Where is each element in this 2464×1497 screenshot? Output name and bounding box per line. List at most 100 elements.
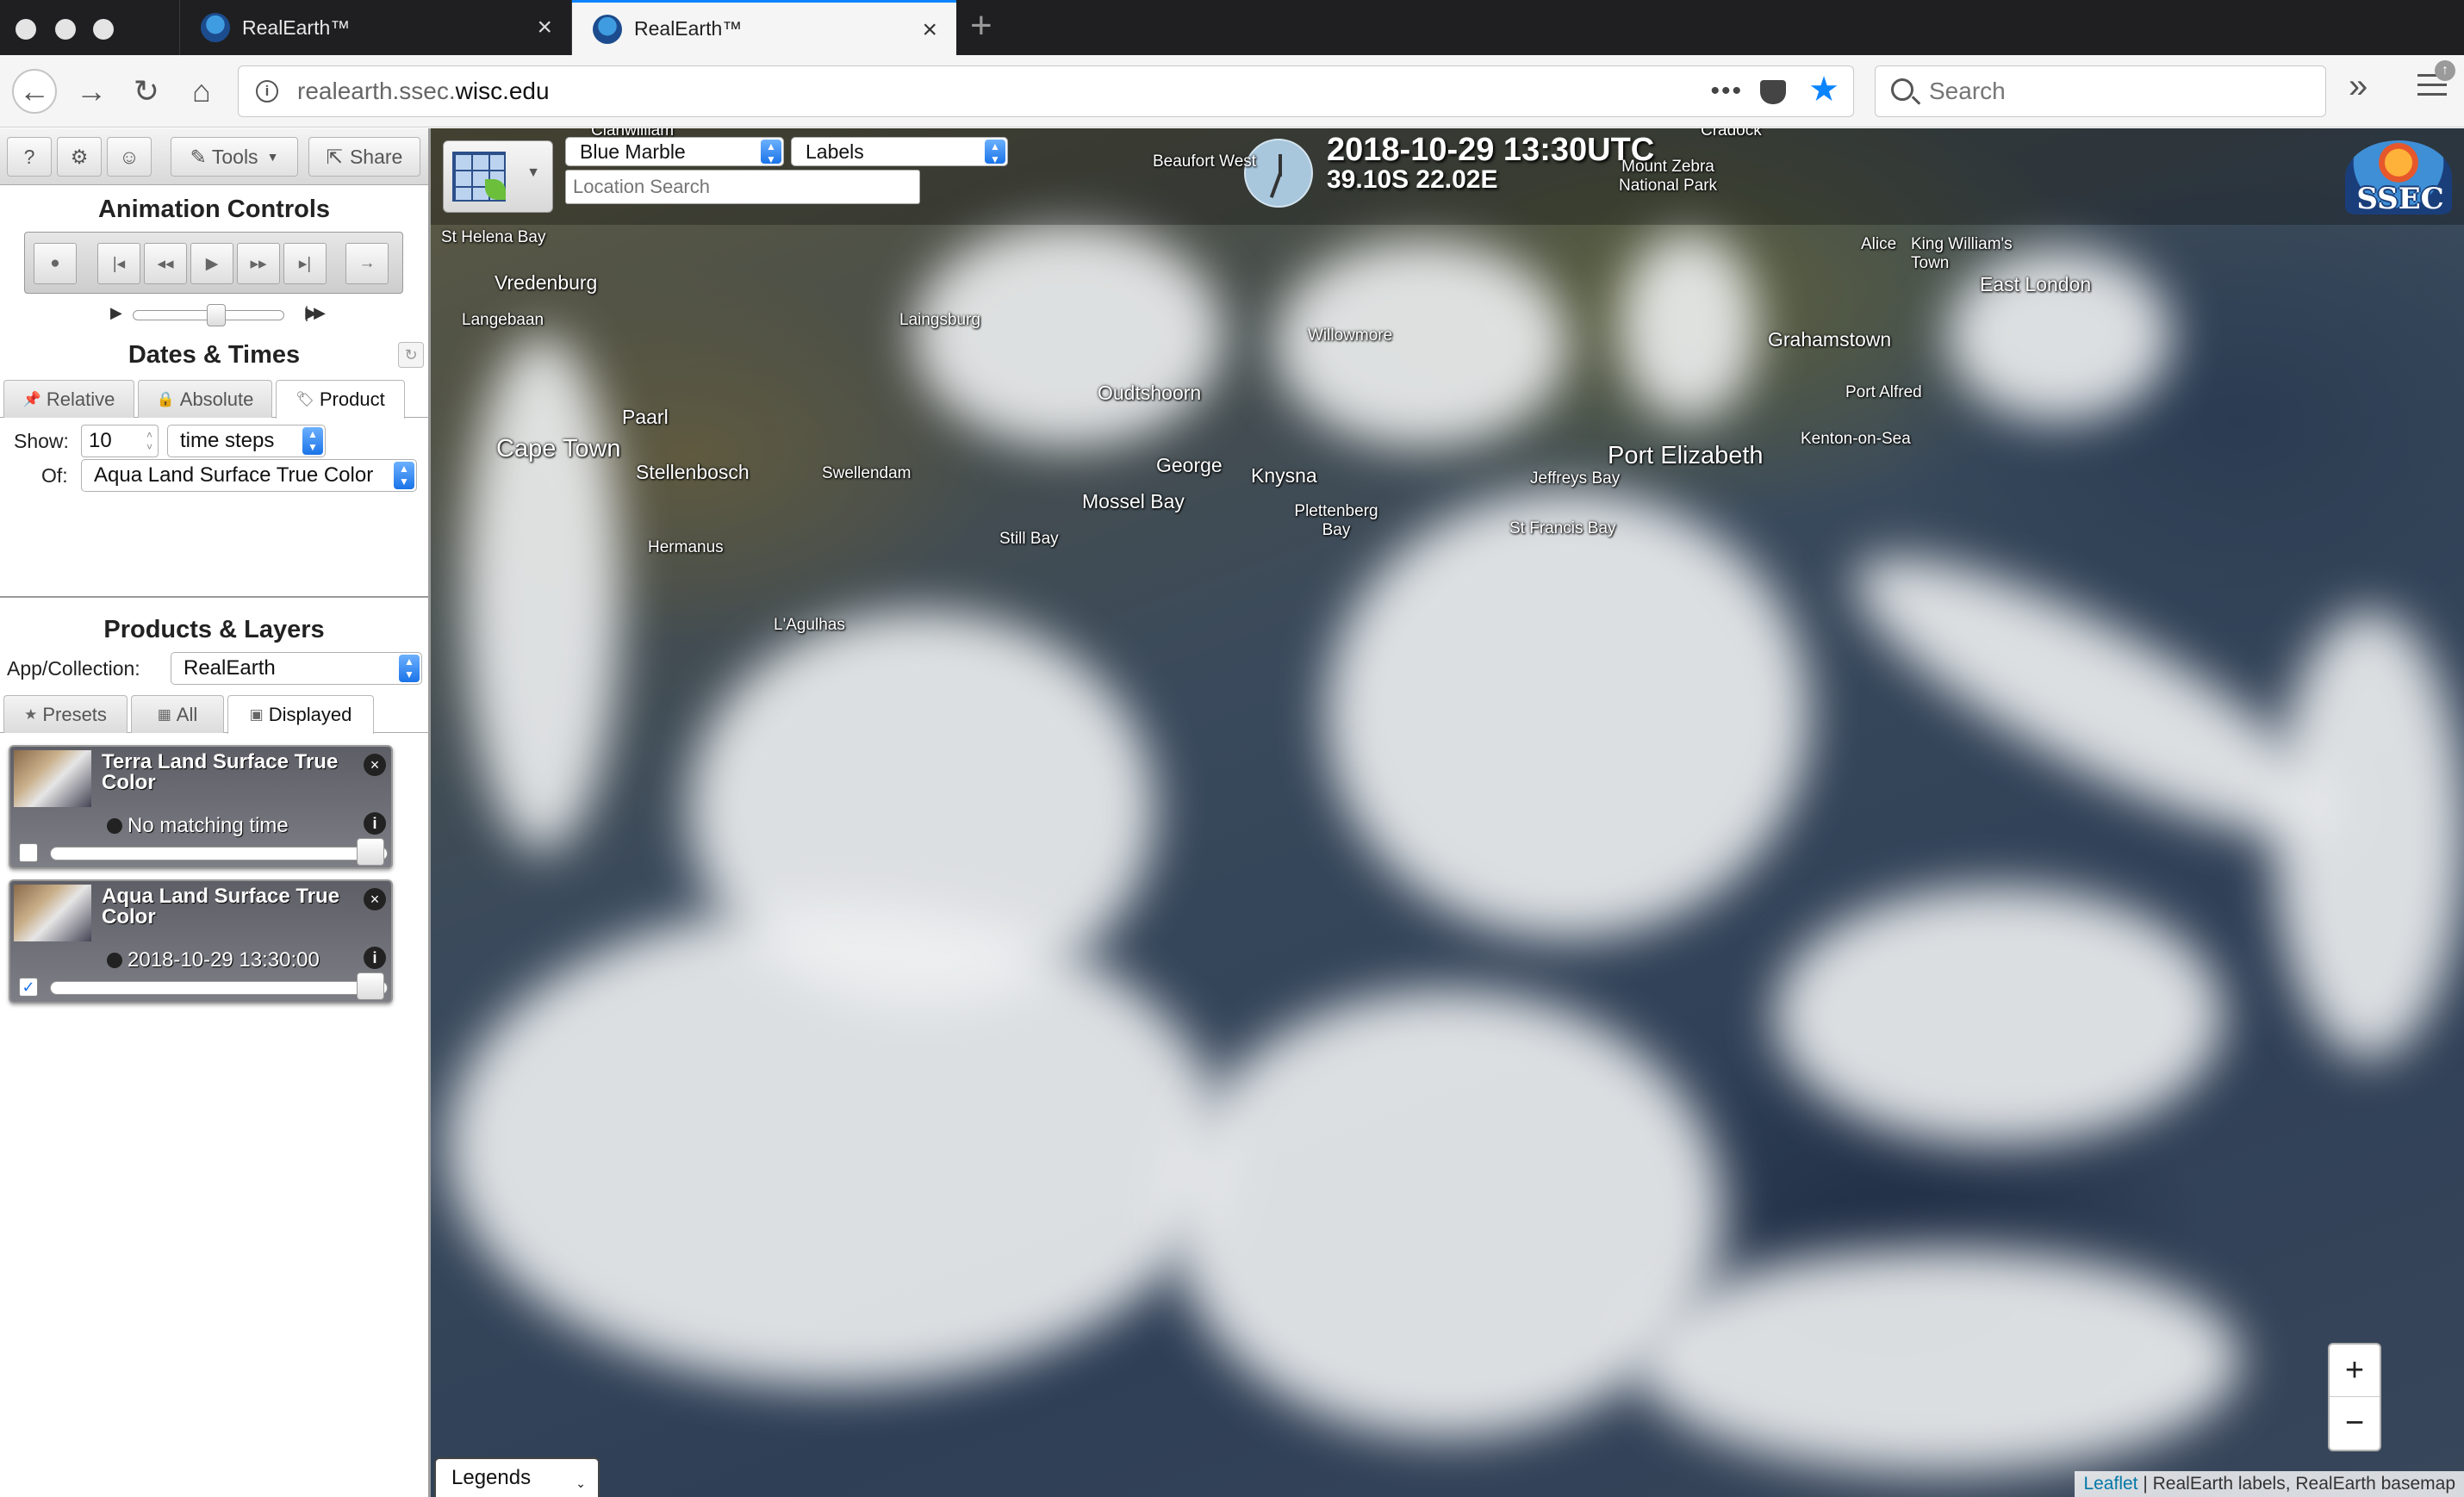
layer-card-aqua[interactable]: Aqua Land Surface True Color × 2018-10-2… xyxy=(9,879,393,1003)
cloud-area xyxy=(1637,1248,2240,1472)
place-label: Oudtshoorn xyxy=(1098,382,1202,404)
search-input[interactable] xyxy=(1929,75,2308,108)
bookmark-star-icon[interactable]: ★ xyxy=(1808,70,1839,109)
tools-button[interactable]: ✎ Tools ▼ xyxy=(171,137,298,177)
chevron-down-icon: ▼ xyxy=(266,150,279,164)
user-button[interactable]: ☺ xyxy=(107,137,152,177)
zoom-in-button[interactable]: + xyxy=(2330,1345,2380,1397)
realearth-favicon-icon xyxy=(201,13,230,42)
speed-knob[interactable] xyxy=(206,304,226,326)
select-arrows-icon: ▲ ▼ xyxy=(761,140,781,165)
labels-select[interactable]: Labels ▲ ▼ xyxy=(791,137,1008,166)
layer-info-icon[interactable]: i xyxy=(364,812,386,835)
arrow-right-icon: → xyxy=(358,254,376,272)
place-label: Paarl xyxy=(622,406,669,428)
browser-tab[interactable]: RealEarth™ × xyxy=(179,0,572,55)
animation-speed-slider[interactable]: ▶ |▶▶ xyxy=(107,302,326,328)
of-label: Of: xyxy=(41,464,68,487)
animation-controls-heading: Animation Controls xyxy=(97,196,331,223)
tab-presets[interactable]: ★ Presets xyxy=(3,695,128,733)
place-label: Stellenbosch xyxy=(636,461,750,483)
close-icon[interactable]: × xyxy=(922,17,937,43)
new-tab-button[interactable]: + xyxy=(970,7,992,45)
basemap-select[interactable]: Blue Marble ▲ ▼ xyxy=(565,137,784,166)
panel-divider xyxy=(0,596,428,599)
overflow-chevron-icon[interactable]: » xyxy=(2349,67,2368,106)
tab-relative[interactable]: 📌 Relative xyxy=(3,380,134,418)
layer-opacity-slider[interactable] xyxy=(50,981,388,995)
satellite-map[interactable]: ▼ Blue Marble ▲▼ Labels ▲▼ 2018-10-29 13… xyxy=(431,128,2464,1497)
close-icon[interactable]: × xyxy=(537,15,552,40)
layer-visibility-checkbox[interactable] xyxy=(19,843,38,862)
remove-layer-icon[interactable]: × xyxy=(364,754,386,776)
tab-all[interactable]: ▦ All xyxy=(131,695,224,733)
page-actions-icon[interactable]: ••• xyxy=(1710,77,1743,106)
forward-button[interactable]: → xyxy=(69,69,114,114)
step-back-button[interactable]: ◂◂ xyxy=(144,243,187,284)
clock-mode-button[interactable]: ● xyxy=(34,243,77,284)
jump-latest-button[interactable]: → xyxy=(345,243,389,284)
ssec-logo[interactable]: SSEC xyxy=(2345,140,2452,216)
close-window-button[interactable] xyxy=(16,19,36,40)
last-frame-button[interactable]: ▸| xyxy=(283,243,327,284)
place-label: L'Agulhas xyxy=(774,616,845,634)
back-button[interactable]: ← xyxy=(12,69,57,114)
cloud-area xyxy=(2274,611,2464,1059)
select-arrows-icon: ▲ ▼ xyxy=(985,140,1005,165)
place-label: Alice xyxy=(1861,235,1897,253)
layer-opacity-knob[interactable] xyxy=(357,838,384,866)
cloud-area xyxy=(448,904,1223,1386)
tab-product[interactable]: 🏷 Product xyxy=(276,380,405,419)
layer-title: Aqua Land Surface True Color xyxy=(102,885,340,929)
layer-card-terra[interactable]: Terra Land Surface True Color × No match… xyxy=(9,745,393,869)
place-label: Laingsburg xyxy=(899,311,981,329)
layer-status: 2018-10-29 13:30:00 xyxy=(107,948,320,972)
refresh-icon[interactable]: ↻ xyxy=(398,342,424,368)
layer-visibility-checkbox[interactable]: ✓ xyxy=(19,978,38,997)
home-button[interactable]: ⌂ xyxy=(179,69,224,114)
place-label: Cape Town xyxy=(496,435,621,463)
chevron-down-icon: ⌄ xyxy=(576,1476,586,1490)
stepper-arrows-icon[interactable]: ˄ ˅ xyxy=(146,429,152,453)
zoom-window-button[interactable] xyxy=(93,19,114,40)
place-label: Vredenburg xyxy=(495,271,598,294)
remove-layer-icon[interactable]: × xyxy=(364,888,386,910)
play-button[interactable]: ▶ xyxy=(190,243,233,284)
search-bar[interactable] xyxy=(1875,65,2326,117)
select-arrows-icon: ▲ ▼ xyxy=(399,655,420,682)
tab-absolute[interactable]: 🔒 Absolute xyxy=(138,380,272,418)
minimize-window-button[interactable] xyxy=(55,19,76,40)
settings-button[interactable]: ⚙ xyxy=(57,137,102,177)
map-layers-button[interactable]: ▼ xyxy=(443,140,553,213)
legends-toggle[interactable]: Legends ⌄ xyxy=(434,1457,600,1497)
collection-select[interactable]: RealEarth ▲ ▼ xyxy=(171,652,422,685)
reload-button[interactable]: ↻ xyxy=(124,69,169,114)
time-unit-select[interactable]: time steps ▲ ▼ xyxy=(167,425,326,457)
time-steps-count-stepper[interactable]: 10 ˄ ˅ xyxy=(81,425,159,457)
leaflet-link[interactable]: Leaflet xyxy=(2083,1474,2137,1494)
zoom-out-button[interactable]: − xyxy=(2330,1397,2380,1450)
place-label: Port Elizabeth xyxy=(1608,442,1764,469)
share-button[interactable]: ⇱ Share xyxy=(308,137,420,177)
layer-opacity-knob[interactable] xyxy=(357,972,384,1000)
chevron-down-icon: ▼ xyxy=(526,165,540,180)
products-layers-heading: Products & Layers xyxy=(103,616,325,643)
browser-tab-active[interactable]: RealEarth™ × xyxy=(572,0,956,55)
help-button[interactable]: ? xyxy=(7,137,52,177)
tab-displayed[interactable]: ▣ Displayed xyxy=(227,695,374,734)
hamburger-menu-icon[interactable]: ↑ xyxy=(2417,60,2455,102)
location-search-input[interactable] xyxy=(565,170,920,204)
first-frame-button[interactable]: |◂ xyxy=(97,243,140,284)
image-icon: ▣ xyxy=(249,706,264,723)
gear-icon: ⚙ xyxy=(70,145,89,168)
zoom-control: + − xyxy=(2328,1343,2381,1451)
layer-info-icon[interactable]: i xyxy=(364,947,386,969)
site-info-icon[interactable]: i xyxy=(256,80,278,102)
address-bar[interactable]: i realearth.ssec.wisc.edu ••• ★ xyxy=(238,65,1854,117)
pocket-icon[interactable] xyxy=(1760,80,1786,104)
layer-opacity-slider[interactable] xyxy=(50,847,388,860)
product-select[interactable]: Aqua Land Surface True Color ▲ ▼ xyxy=(81,459,417,492)
step-forward-button[interactable]: ▸▸ xyxy=(237,243,280,284)
place-label: Langebaan xyxy=(462,311,544,329)
url-text[interactable]: realearth.ssec.wisc.edu xyxy=(297,78,550,105)
